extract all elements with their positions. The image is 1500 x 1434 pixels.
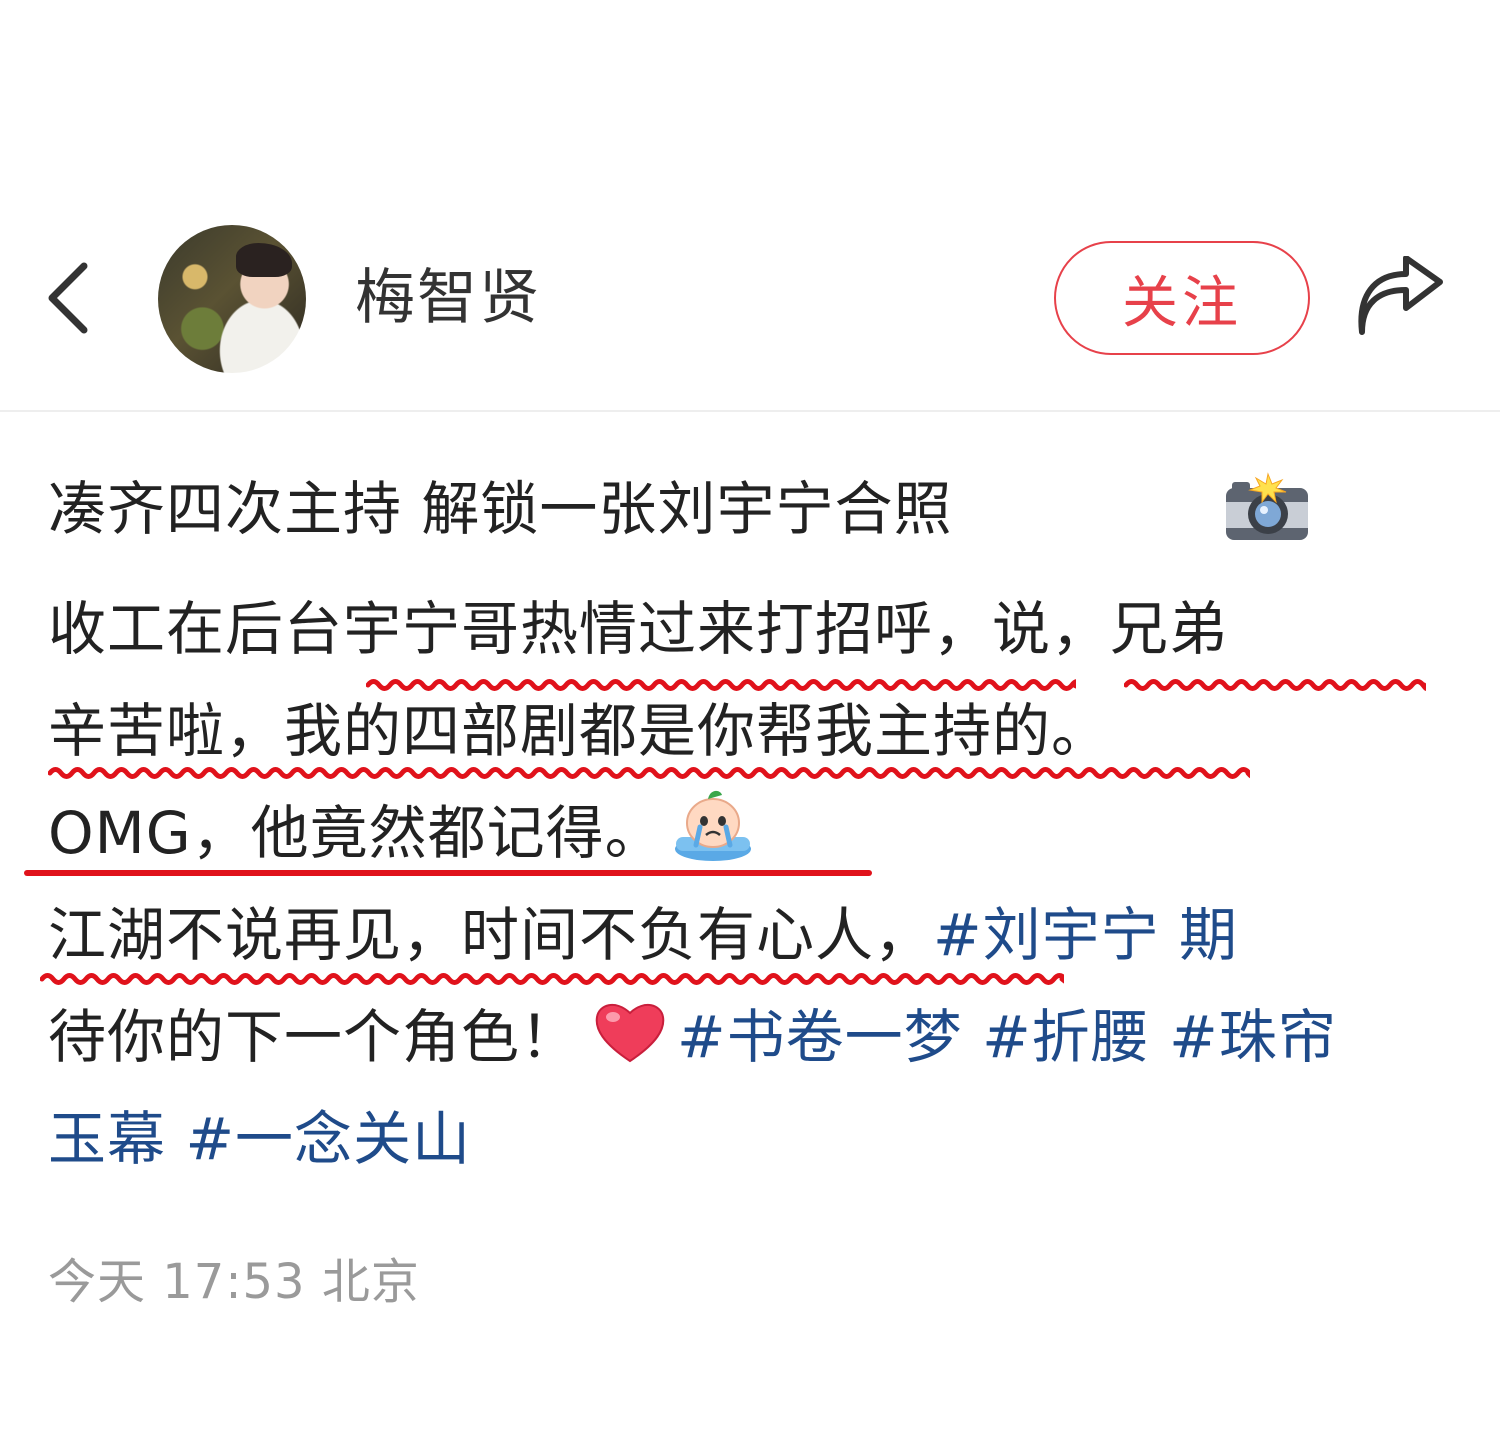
post-line-4-text: 江湖不说再见，时间不负有心人， — [48, 901, 934, 969]
wavy-underline-1a — [366, 679, 1076, 691]
follow-button[interactable]: 关注 — [1054, 241, 1310, 355]
post-line-1: 收工在后台宇宁哥热情过来打招呼，说，兄弟 — [48, 578, 1468, 680]
header-divider — [0, 410, 1500, 412]
post-header: 梅智贤 关注 — [0, 0, 1500, 412]
hashtag-zhulian-continued[interactable]: 玉幕 — [48, 1105, 166, 1173]
post-line-5: 待你的下一个角色！ #书卷一梦 #折腰 #珠帘 — [48, 986, 1468, 1088]
post-line-1-text: 收工在后台宇宁哥热情过来打招呼，说，兄弟 — [48, 595, 1229, 663]
post-line-2-text: 辛苦啦，我的四部剧都是你帮我主持的。 — [48, 697, 1111, 765]
avatar-hair — [236, 243, 292, 277]
wavy-underline-2 — [48, 767, 1250, 779]
hashtag-shujuanyimeng[interactable]: #书卷一梦 — [677, 1003, 963, 1071]
post-line-3: OMG，他竟然都记得。 — [48, 782, 1468, 884]
straight-underline-3 — [24, 870, 872, 876]
wavy-underline-path — [48, 767, 1250, 779]
post-title: 凑齐四次主持 解锁一张刘宇宁合照 — [48, 475, 953, 543]
hashtag-liuyuning[interactable]: #刘宇宁 期 — [933, 901, 1238, 969]
post-line-5-text: 待你的下一个角色！ — [48, 1003, 580, 1071]
camera-flash-icon — [1226, 472, 1308, 540]
username[interactable]: 梅智贤 — [355, 262, 541, 334]
wavy-underline-4 — [40, 973, 1064, 985]
hashtag-yinianguanshan[interactable]: #一念关山 — [185, 1105, 471, 1173]
wavy-underline-path — [40, 973, 1064, 985]
back-arrow-icon[interactable] — [40, 258, 100, 338]
hashtag-zheyao[interactable]: #折腰 — [982, 1003, 1150, 1071]
share-icon[interactable] — [1352, 256, 1448, 340]
post-line-6: 玉幕 #一念关山 — [48, 1088, 1468, 1190]
wavy-underline-path — [1124, 679, 1426, 691]
avatar[interactable] — [158, 225, 306, 373]
post-body: 收工在后台宇宁哥热情过来打招呼，说，兄弟 辛苦啦，我的四部剧都是你帮我主持的。 … — [48, 578, 1468, 1190]
crying-emoji-icon — [674, 790, 751, 861]
heart-emoji-icon — [595, 1003, 665, 1063]
wavy-underline-1b — [1124, 679, 1426, 691]
post-line-3-text: OMG，他竟然都记得。 — [48, 799, 664, 867]
post-timestamp: 今天 17:53 北京 — [48, 1254, 420, 1310]
wavy-underline-path — [366, 679, 1076, 691]
hashtag-zhulian[interactable]: #珠帘 — [1169, 1003, 1337, 1071]
